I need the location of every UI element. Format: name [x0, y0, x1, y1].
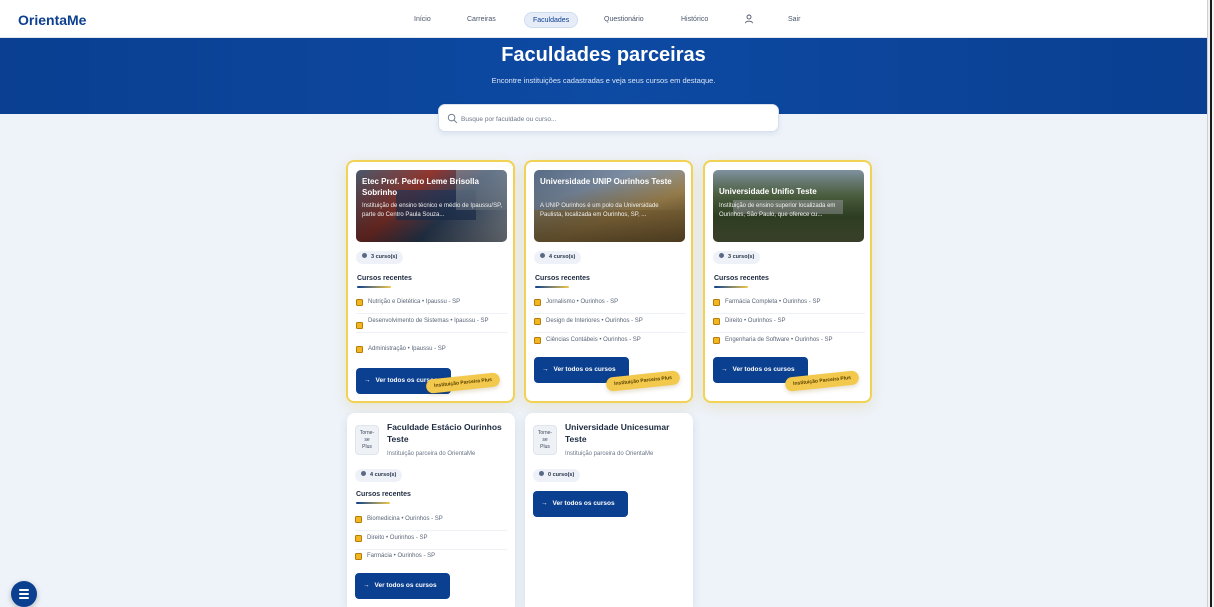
section-underline	[535, 286, 569, 288]
page-title: Faculdades parceiras	[501, 44, 706, 66]
book-icon	[534, 299, 541, 306]
course-item[interactable]: Farmácia Completa • Ourinhos - SP	[713, 298, 865, 314]
book-icon	[713, 299, 720, 306]
nav-item-historico[interactable]: Histórico	[681, 12, 708, 28]
section-underline	[356, 502, 390, 504]
course-item[interactable]: Direito • Ourinhos - SP	[355, 534, 507, 550]
college-description: Instituição de ensino superior localizad…	[719, 203, 836, 218]
course-item[interactable]: Nutrição e Dietética • Ipaussu - SP	[356, 298, 508, 314]
college-description: A UNIP Ourinhos é um polo da Universidad…	[540, 203, 659, 218]
section-underline	[714, 286, 748, 288]
user-icon[interactable]	[744, 14, 754, 24]
arrow-right-icon: →	[542, 366, 549, 373]
course-count-badge: 4 curso(s)	[534, 251, 582, 264]
college-card: Universidade UNIP Ourinhos Teste A UNIP …	[524, 160, 693, 403]
section-underline	[357, 286, 391, 288]
book-icon	[355, 553, 362, 560]
course-item[interactable]: Farmácia • Ourinhos - SP	[355, 552, 507, 567]
view-all-courses-button[interactable]: → Ver todos os cursos	[533, 491, 628, 517]
college-description: Instituição de ensino técnico e médio de…	[362, 203, 502, 218]
top-navbar: OrientaMe Início Carreiras Faculdades Qu…	[0, 0, 1207, 38]
section-title: Cursos recentes	[535, 275, 590, 282]
college-card: Universidade Unifio Teste Instituição de…	[703, 160, 872, 403]
college-photo: Universidade UNIP Ourinhos Teste A UNIP …	[534, 170, 685, 242]
college-name: Universidade Unicesumar Teste	[565, 422, 670, 444]
course-count-badge: 4 curso(s)	[355, 469, 403, 482]
book-icon	[355, 535, 362, 542]
college-name: Universidade Unifio Teste	[719, 187, 817, 196]
course-item[interactable]: Direito • Ourinhos - SP	[713, 317, 865, 333]
hero-banner: Faculdades parceiras Encontre instituiçõ…	[0, 38, 1207, 114]
college-logo-placeholder: Torne- se Plus	[533, 425, 557, 455]
course-item[interactable]: Ciências Contábeis • Ourinhos - SP	[534, 336, 686, 351]
nav-item-faculdades[interactable]: Faculdades	[524, 12, 579, 28]
arrow-right-icon: →	[721, 366, 728, 373]
course-count-badge: 3 curso(s)	[356, 251, 404, 264]
book-icon	[534, 318, 541, 325]
course-item[interactable]: Engenharia de Software • Ourinhos - SP	[713, 336, 865, 351]
book-icon	[713, 318, 720, 325]
nav-item-carreiras[interactable]: Carreiras	[467, 12, 496, 28]
college-subtitle: Instituição parceira do OrientaMe	[565, 451, 654, 457]
section-title: Cursos recentes	[356, 491, 411, 498]
section-title: Cursos recentes	[714, 275, 769, 282]
course-item[interactable]: Administração • Ipaussu - SP	[356, 345, 508, 360]
search-box[interactable]	[438, 104, 779, 132]
college-photo: Universidade Unifio Teste Instituição de…	[713, 170, 864, 242]
search-icon	[447, 113, 458, 124]
nav-item-inicio[interactable]: Início	[414, 12, 431, 28]
college-photo: Etec Prof. Pedro Leme Brisolla Sobrinho …	[356, 170, 507, 242]
arrow-right-icon: →	[363, 582, 370, 589]
floating-menu-button[interactable]	[11, 581, 37, 607]
college-name: Universidade UNIP Ourinhos Teste	[540, 177, 672, 186]
search-input[interactable]	[461, 111, 761, 127]
book-icon	[356, 322, 363, 329]
arrow-right-icon: →	[364, 377, 371, 384]
college-name: Etec Prof. Pedro Leme Brisolla Sobrinho	[362, 177, 479, 197]
menu-icon	[19, 589, 29, 591]
main-nav: Início Carreiras Faculdades Questionário…	[0, 0, 1207, 38]
book-icon	[534, 337, 541, 344]
arrow-right-icon: →	[541, 500, 548, 507]
course-item[interactable]: Biomedicina • Ourinhos - SP	[355, 515, 507, 531]
college-card: Torne- se Plus Faculdade Estácio Ourinho…	[347, 413, 515, 607]
college-logo-placeholder: Torne- se Plus	[355, 425, 379, 455]
book-icon	[355, 516, 362, 523]
section-title: Cursos recentes	[357, 275, 412, 282]
college-subtitle: Instituição parceira do OrientaMe	[387, 451, 476, 457]
college-name: Faculdade Estácio Ourinhos Teste	[387, 422, 502, 444]
college-card: Etec Prof. Pedro Leme Brisolla Sobrinho …	[346, 160, 515, 403]
book-icon	[713, 337, 720, 344]
college-card: Torne- se Plus Universidade Unicesumar T…	[525, 413, 693, 607]
course-item[interactable]: Design de Interiores • Ourinhos - SP	[534, 317, 686, 333]
course-count-badge: 3 curso(s)	[713, 251, 761, 264]
book-icon	[356, 299, 363, 306]
window-edge	[1207, 0, 1214, 607]
page-subtitle: Encontre instituições cadastradas e veja…	[491, 76, 716, 85]
course-count-badge: 0 curso(s)	[533, 469, 581, 482]
course-item[interactable]: Jornalismo • Ourinhos - SP	[534, 298, 686, 314]
nav-item-questionario[interactable]: Questionário	[604, 12, 644, 28]
course-item[interactable]: Desenvolvimento de Sistemas • Ipaussu - …	[356, 317, 508, 333]
book-icon	[356, 346, 363, 353]
view-all-courses-button[interactable]: → Ver todos os cursos	[355, 573, 450, 599]
logout-link[interactable]: Sair	[788, 12, 800, 28]
